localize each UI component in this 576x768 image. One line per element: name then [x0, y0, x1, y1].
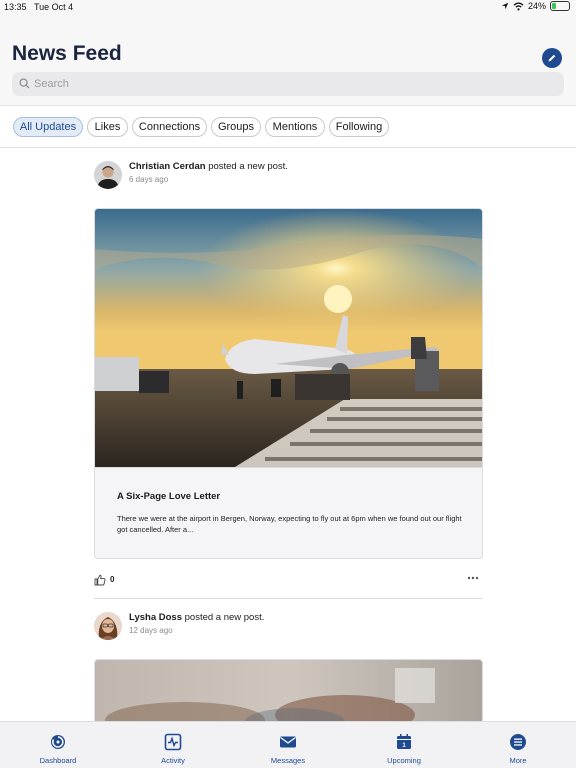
search-icon: [19, 78, 30, 89]
page-title: News Feed: [12, 42, 122, 65]
activity-icon: [164, 733, 182, 751]
post-action: posted a new post.: [184, 612, 265, 623]
filter-mentions[interactable]: Mentions: [265, 117, 325, 137]
post-image: [95, 660, 482, 721]
header: News Feed: [0, 16, 576, 106]
tab-dashboard[interactable]: Dashboard: [18, 722, 98, 768]
post-card[interactable]: [94, 659, 483, 721]
status-date: Tue Oct 4: [34, 2, 74, 12]
list-icon: [510, 734, 526, 750]
news-feed[interactable]: Christian Cerdan posted a new post. 6 da…: [0, 149, 576, 721]
envelope-icon: [280, 736, 296, 748]
tab-label: Upcoming: [387, 756, 421, 765]
calendar-icon: 1: [397, 734, 411, 749]
post-card-body: A Six-Page Love Letter There we were at …: [95, 467, 482, 558]
filter-groups[interactable]: Groups: [211, 117, 261, 137]
post-timestamp: 12 days ago: [129, 626, 173, 635]
search-input[interactable]: [34, 75, 554, 93]
battery-icon: [550, 1, 570, 11]
filter-all-updates[interactable]: All Updates: [13, 117, 83, 137]
post-title[interactable]: A Six-Page Love Letter: [117, 491, 220, 502]
dashboard-icon: [51, 735, 65, 749]
location-icon: [501, 2, 509, 10]
tab-label: More: [509, 756, 527, 765]
tab-activity[interactable]: Activity: [133, 722, 213, 768]
post-headline: Lysha Doss posted a new post.: [129, 612, 264, 623]
post-headline: Christian Cerdan posted a new post.: [129, 161, 288, 172]
filter-following[interactable]: Following: [329, 117, 389, 137]
post-image: [95, 209, 482, 467]
tab-upcoming[interactable]: 1 Upcoming: [364, 722, 444, 768]
tab-label: Activity: [161, 756, 185, 765]
post-excerpt: There we were at the airport in Bergen, …: [117, 514, 462, 534]
filter-connections[interactable]: Connections: [132, 117, 207, 137]
tab-label: Dashboard: [39, 756, 77, 765]
search-bar[interactable]: [12, 72, 564, 96]
author-name[interactable]: Lysha Doss: [129, 612, 182, 623]
wifi-icon: [513, 1, 524, 10]
post-timestamp: 6 days ago: [129, 175, 169, 184]
more-options-icon[interactable]: [467, 574, 479, 582]
tab-messages[interactable]: Messages: [248, 722, 328, 768]
post-divider: [94, 598, 483, 599]
tab-more[interactable]: More: [478, 722, 558, 768]
status-bar: 13:35 Tue Oct 4 24%: [0, 0, 576, 16]
like-icon[interactable]: [94, 574, 106, 586]
post-card[interactable]: A Six-Page Love Letter There we were at …: [94, 208, 483, 559]
post-action: posted a new post.: [208, 161, 288, 172]
pencil-icon: [548, 54, 556, 62]
avatar[interactable]: [94, 161, 122, 189]
filter-bar: All Updates Likes Connections Groups Men…: [0, 106, 576, 148]
post-actions: 0: [94, 572, 483, 592]
author-name[interactable]: Christian Cerdan: [129, 161, 206, 172]
filter-likes[interactable]: Likes: [87, 117, 128, 137]
tab-label: Messages: [270, 756, 306, 765]
like-count: 0: [110, 575, 115, 584]
battery-percent: 24%: [527, 1, 546, 11]
status-right: 24%: [501, 1, 570, 11]
avatar[interactable]: [94, 612, 122, 640]
compose-button[interactable]: [542, 48, 562, 68]
status-time: 13:35: [4, 2, 27, 12]
tab-bar: Dashboard Activity Messages 1 Upcoming M…: [0, 721, 576, 768]
